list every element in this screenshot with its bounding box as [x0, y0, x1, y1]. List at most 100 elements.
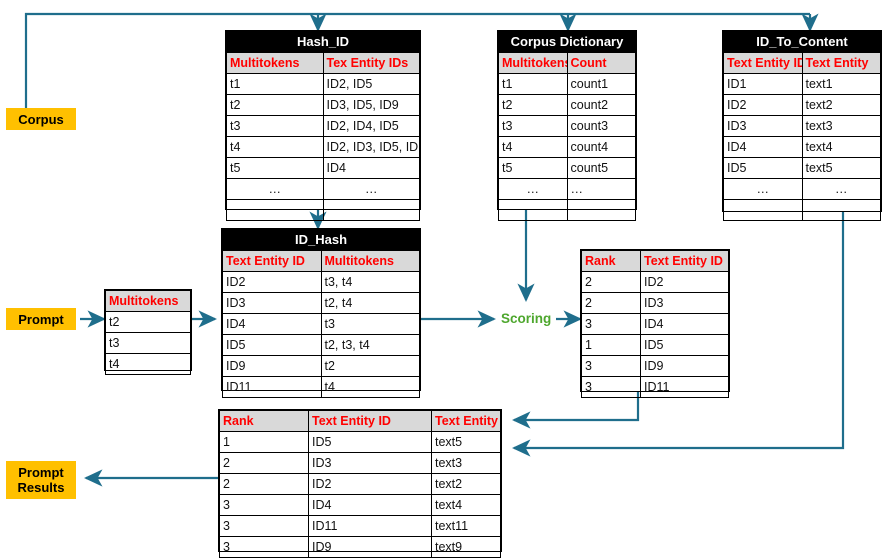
cell: text9	[431, 536, 501, 558]
table-row: ID9 t2	[222, 355, 420, 377]
cell: ID5	[640, 334, 729, 356]
table-id-to-content-title: ID_To_Content	[723, 31, 881, 53]
cell: ID3	[222, 292, 322, 314]
table-row: ID5 t2, t3, t4	[222, 334, 420, 356]
table-corpus-dictionary-col-0: Multitokens	[498, 52, 568, 74]
cell: ID2, ID3, ID5, ID11	[322, 136, 420, 158]
cell: ID4	[222, 313, 322, 335]
table-id-hash-col-1: Multitokens	[320, 250, 420, 272]
table-results-col-2: Text Entity	[431, 410, 501, 432]
table-row: ID5 text5	[723, 157, 881, 179]
cell: 3	[219, 515, 309, 537]
cell: t4	[226, 136, 324, 158]
table-row: t1 ID2, ID5	[226, 73, 420, 95]
table-row: t4ID2, ID3, ID5, ID11	[226, 136, 420, 158]
cell: text2	[431, 473, 501, 495]
table-rank-ids: Rank Text Entity ID 2 ID2 2 ID3 3 ID4 1 ID5 …	[580, 249, 730, 398]
cell: t1	[226, 73, 324, 95]
cell: t5	[498, 157, 568, 179]
cell: ID9	[222, 355, 322, 377]
cell: text5	[431, 431, 501, 453]
cell: ID1	[723, 73, 803, 95]
cell: t3	[226, 115, 324, 137]
cell: ID2, ID4, ID5	[322, 115, 420, 137]
cell: count1	[566, 73, 636, 95]
table-row: ……	[723, 178, 881, 200]
table-corpus-dictionary: Corpus Dictionary Multitokens Count t1 co…	[497, 30, 637, 221]
table-row: 3 ID11	[581, 376, 729, 398]
cell: ID4	[723, 136, 803, 158]
table-hash-id-title: Hash_ID	[226, 31, 420, 53]
cell: ID2	[723, 94, 803, 116]
cell: text3	[431, 452, 501, 474]
table-row	[498, 199, 636, 221]
cell: count5	[566, 157, 636, 179]
table-corpus-dictionary-col-1: Count	[566, 52, 636, 74]
table-rank-ids-col-1: Text Entity ID	[640, 250, 729, 272]
cell: count4	[566, 136, 636, 158]
node-corpus[interactable]: Corpus	[6, 108, 76, 130]
cell: t3	[105, 332, 191, 354]
table-row: ……	[226, 178, 420, 200]
table-row: ID2 t3, t4	[222, 271, 420, 293]
node-prompt[interactable]: Prompt	[6, 308, 76, 330]
cell	[723, 199, 803, 221]
table-row: 2 ID3	[581, 292, 729, 314]
table-id-to-content-col-1: Text Entity	[801, 52, 881, 74]
table-id-hash-col-0: Text Entity ID	[222, 250, 322, 272]
table-row	[723, 199, 881, 221]
cell: ID5	[222, 334, 322, 356]
table-row: 2 ID2 text2	[219, 473, 501, 495]
table-prompt-multitokens: Multitokens t2 t3 t4	[104, 289, 192, 375]
cell: …	[226, 178, 324, 200]
cell: t3	[498, 115, 568, 137]
cell: t4	[320, 376, 420, 398]
table-id-hash-title: ID_Hash	[222, 229, 420, 251]
cell: count2	[566, 94, 636, 116]
cell: t3, t4	[320, 271, 420, 293]
table-row: t1 count1	[498, 73, 636, 95]
cell: 3	[581, 313, 641, 335]
cell: 3	[581, 355, 641, 377]
scoring-label: Scoring	[501, 311, 552, 326]
cell: …	[322, 178, 420, 200]
node-prompt-results[interactable]: Prompt Results	[6, 461, 76, 499]
cell: text4	[801, 136, 881, 158]
cell: ID5	[723, 157, 803, 179]
cell: ID9	[308, 536, 432, 558]
table-id-to-content-col-0: Text Entity ID	[723, 52, 803, 74]
cell: t4	[498, 136, 568, 158]
table-row: 3 ID9 text9	[219, 536, 501, 558]
table-row	[226, 199, 420, 221]
cell: text11	[431, 515, 501, 537]
table-corpus-dictionary-title: Corpus Dictionary	[498, 31, 636, 53]
cell: 3	[581, 376, 641, 398]
cell: t2, t3, t4	[320, 334, 420, 356]
table-results: Rank Text Entity ID Text Entity 1 ID5 text…	[218, 409, 502, 558]
cell	[322, 199, 420, 221]
cell: ID4	[640, 313, 729, 335]
table-row: t3 count3	[498, 115, 636, 137]
cell	[498, 199, 568, 221]
table-row: t3	[105, 332, 191, 354]
table-results-col-0: Rank	[219, 410, 309, 432]
cell: 2	[219, 473, 309, 495]
cell: ID4	[308, 494, 432, 516]
table-hash-id: Hash_ID Multitokens Tex Entity IDs t1 ID2…	[225, 30, 421, 221]
table-row: 1 ID5	[581, 334, 729, 356]
cell: ID3	[308, 452, 432, 474]
cell: ID4	[322, 157, 420, 179]
table-row: ID4 text4	[723, 136, 881, 158]
table-hash-id-col-0: Multitokens	[226, 52, 324, 74]
node-prompt-label: Prompt	[18, 311, 64, 327]
cell: ID2	[640, 271, 729, 293]
cell: text2	[801, 94, 881, 116]
table-row: t5 count5	[498, 157, 636, 179]
table-row: ID4 t3	[222, 313, 420, 335]
table-hash-id-col-1: Tex Entity IDs	[322, 52, 420, 74]
table-row: ID3 text3	[723, 115, 881, 137]
cell: ID2, ID5	[322, 73, 420, 95]
cell: …	[801, 178, 881, 200]
cell: ID5	[308, 431, 432, 453]
table-row: ID11 t4	[222, 376, 420, 398]
